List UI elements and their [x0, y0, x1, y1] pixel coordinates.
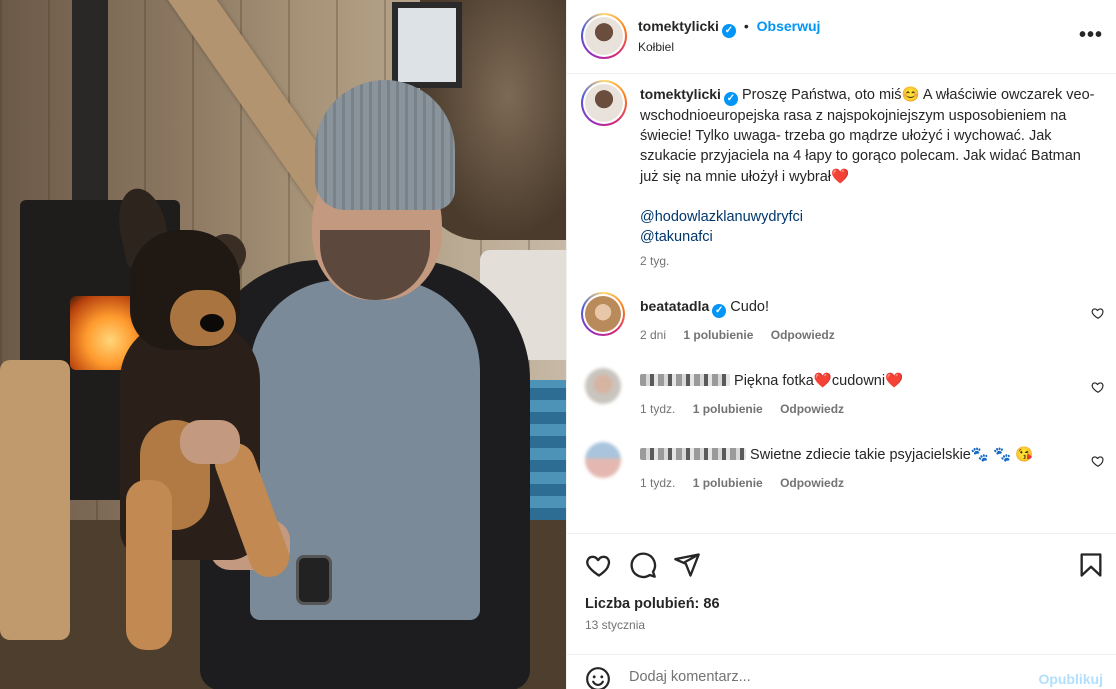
- comment-likes[interactable]: 1 polubienie: [693, 476, 763, 490]
- comment-meta: 1 tydz. 1 polubienie Odpowiedz: [640, 476, 858, 490]
- follow-button[interactable]: Obserwuj: [757, 18, 821, 34]
- bookmark-icon[interactable]: [1077, 551, 1105, 579]
- commenter-username[interactable]: beatatadla: [640, 298, 709, 314]
- comment-icon[interactable]: [629, 551, 657, 579]
- caption-mentions: @hodowlazklanuwydryfci @takunafci: [640, 207, 1100, 247]
- blurred-username: [640, 374, 730, 386]
- post-caption: tomektylicki ✓ Proszę Państwa, oto miś😊 A…: [640, 84, 1100, 247]
- post-side-panel: tomektylicki ✓ • Obserwuj Kołbiel ••• tom…: [566, 0, 1116, 689]
- reply-button[interactable]: Odpowiedz: [780, 476, 844, 490]
- comment-line: Piękna fotka❤️cudowni❤️: [640, 372, 903, 389]
- comment-line: beatatadla ✓ Cudo!: [640, 298, 769, 318]
- comment-likes[interactable]: 1 polubienie: [693, 402, 763, 416]
- share-icon[interactable]: [673, 551, 701, 579]
- reply-button[interactable]: Odpowiedz: [780, 402, 844, 416]
- separator-dot: •: [743, 18, 749, 34]
- puppy-leg: [126, 480, 172, 650]
- comment-like-heart-icon[interactable]: [1091, 454, 1105, 468]
- wooden-chair: [0, 360, 70, 640]
- author-avatar[interactable]: [581, 13, 627, 59]
- reply-button[interactable]: Odpowiedz: [771, 328, 835, 342]
- comment-time[interactable]: 1 tydz.: [640, 476, 675, 490]
- wristwatch: [296, 555, 332, 605]
- comment-time[interactable]: 1 tydz.: [640, 402, 675, 416]
- comment-likes[interactable]: 1 polubienie: [683, 328, 753, 342]
- commenter-avatar[interactable]: [585, 368, 621, 404]
- mention-link[interactable]: @hodowlazklanuwydryfci: [640, 207, 1100, 227]
- author-username[interactable]: tomektylicki: [638, 18, 719, 34]
- comment-line: Swietne zdiecie takie psyjacielskie🐾 🐾 😘: [640, 446, 1033, 463]
- heart-icon[interactable]: [585, 551, 613, 579]
- verified-icon: ✓: [712, 304, 727, 318]
- author-line: tomektylicki ✓ • Obserwuj: [638, 18, 820, 38]
- comment-text: Cudo!: [730, 299, 769, 315]
- comment-text: Swietne zdiecie takie psyjacielskie🐾 🐾 😘: [750, 447, 1034, 463]
- verified-icon: ✓: [721, 24, 736, 38]
- post-actions-bar: [567, 533, 1116, 593]
- commenter-avatar[interactable]: [581, 292, 625, 336]
- comment-text: Piękna fotka❤️cudowni❤️: [734, 373, 904, 389]
- post-header: tomektylicki ✓ • Obserwuj Kołbiel •••: [567, 0, 1116, 74]
- man-hand: [180, 420, 240, 464]
- publish-button[interactable]: Opublikuj: [1038, 671, 1103, 687]
- caption-timestamp[interactable]: 2 tyg.: [640, 254, 669, 268]
- post-date: 13 stycznia: [585, 618, 646, 632]
- emoji-icon[interactable]: [585, 666, 611, 689]
- comment-input[interactable]: [629, 669, 1019, 685]
- post-photo[interactable]: [0, 0, 566, 689]
- picture-frame: [392, 2, 462, 88]
- comment-meta: 2 dni 1 polubienie Odpowiedz: [640, 328, 849, 342]
- more-options-icon[interactable]: •••: [1079, 24, 1103, 47]
- caption-username[interactable]: tomektylicki: [640, 86, 721, 102]
- add-comment-bar: Opublikuj: [567, 654, 1116, 689]
- verified-icon: ✓: [723, 92, 738, 106]
- commenter-avatar[interactable]: [585, 442, 621, 478]
- comment-meta: 1 tydz. 1 polubienie Odpowiedz: [640, 402, 858, 416]
- location-link[interactable]: Kołbiel: [638, 40, 674, 54]
- comment-like-heart-icon[interactable]: [1091, 380, 1105, 394]
- stove-pipe: [72, 0, 108, 210]
- blurred-username: [640, 448, 746, 460]
- mention-link[interactable]: @takunafci: [640, 227, 1100, 247]
- comment-like-heart-icon[interactable]: [1091, 306, 1105, 320]
- instagram-post: tomektylicki ✓ • Obserwuj Kołbiel ••• tom…: [0, 0, 1116, 689]
- puppy-nose: [200, 314, 224, 332]
- comment-time[interactable]: 2 dni: [640, 328, 666, 342]
- likes-count[interactable]: Liczba polubień: 86: [585, 596, 720, 612]
- man-beanie: [315, 80, 455, 210]
- caption-author-avatar[interactable]: [581, 80, 627, 126]
